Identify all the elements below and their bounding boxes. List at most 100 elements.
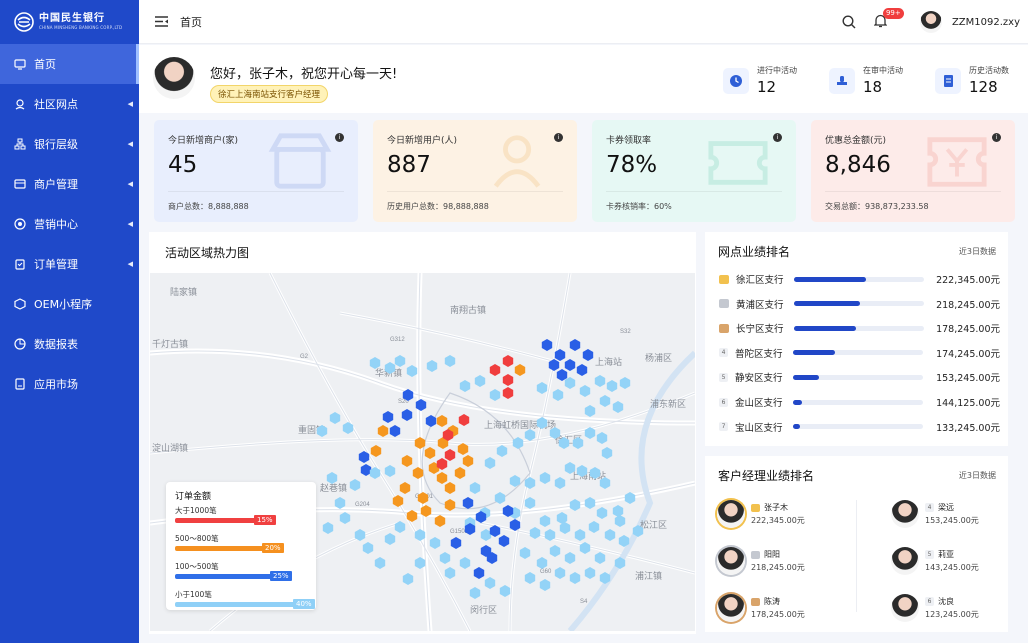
heat-hexagon xyxy=(349,479,361,491)
heat-hexagon xyxy=(394,355,406,367)
info-icon[interactable]: i xyxy=(773,133,782,142)
branch-row[interactable]: 4 普陀区支行 174,245.00元 xyxy=(719,344,1000,362)
metric-card-1[interactable]: 今日新增用户(人) i 887 历史用户总数：98,888,888 xyxy=(373,120,577,222)
heat-hexagon xyxy=(588,521,600,533)
progress-fill xyxy=(793,350,835,356)
ticket-icon xyxy=(708,141,768,185)
metric-card-0[interactable]: 今日新增商户(家) i 45 商户总数：8,888,888 xyxy=(154,120,358,222)
legend-item-bar xyxy=(175,574,274,579)
info-icon[interactable]: i xyxy=(554,133,563,142)
heat-hexagon xyxy=(473,567,485,579)
manager-avatar xyxy=(717,594,745,622)
map-label: 上海南站 xyxy=(570,470,606,481)
map-label: 闵行区 xyxy=(470,604,497,615)
role-badge: 徐汇上海南站支行客户经理 xyxy=(210,85,329,103)
sidebar-item-0[interactable]: 首页 xyxy=(0,44,139,84)
heat-hexagon xyxy=(606,380,618,392)
heat-hexagon xyxy=(382,411,394,423)
branch-value: 144,125.00元 xyxy=(936,398,1000,409)
branch-row[interactable]: 长宁区支行 178,245.00元 xyxy=(719,319,1000,337)
manager-item[interactable]: 阳阳 218,245.00元 xyxy=(717,547,805,575)
heatmap-map[interactable]: 陆家镇南翔古镇千灯古镇华新镇上海站杨浦区浦东新区重固镇上海虹桥国际机场徐汇区淀山… xyxy=(150,273,695,631)
medal-icon xyxy=(751,503,760,512)
heat-hexagon xyxy=(502,387,514,399)
heat-hexagon xyxy=(462,455,474,467)
sidebar-item-7[interactable]: 数据报表 xyxy=(0,324,139,364)
username[interactable]: ZZM1092.zxy xyxy=(952,17,1020,28)
manager-item[interactable]: 4 梁远 153,245.00元 xyxy=(891,500,979,528)
branch-ranking-note: 近3日数据 xyxy=(958,247,996,256)
notification-badge: 99+ xyxy=(882,8,904,19)
branch-name: 静安区支行 xyxy=(735,373,783,385)
shop-icon xyxy=(14,179,26,189)
branch-value: 133,245.00元 xyxy=(936,422,1000,434)
metric-card-3[interactable]: 优惠总金额(元) i 8,846 交易总额：938,873,233.58 xyxy=(811,120,1015,222)
stat-label: 历史活动数 xyxy=(969,66,1009,75)
map-label: G2 xyxy=(300,354,309,360)
branch-row[interactable]: 7 宝山区支行 133,245.00元 xyxy=(719,418,1000,436)
rank-number: 6 xyxy=(719,397,728,407)
branch-name: 金山区支行 xyxy=(735,398,783,409)
sidebar-item-2[interactable]: 银行层级 ◀ xyxy=(0,124,139,164)
sidebar-item-label: 商户管理 xyxy=(34,178,78,191)
heat-hexagon xyxy=(401,455,413,467)
heat-hexagon xyxy=(439,552,451,564)
heat-hexagon xyxy=(401,409,413,421)
branch-row[interactable]: 徐汇区支行 222,345.00元 xyxy=(719,270,1000,288)
metric-card-2[interactable]: 卡券领取率 i 78% 卡券核销率：60% xyxy=(592,120,796,222)
sidebar-item-6[interactable]: OEM小程序 xyxy=(0,284,139,324)
sidebar-item-label: OEM小程序 xyxy=(34,298,93,311)
storefront-icon xyxy=(268,133,332,189)
heat-hexagon xyxy=(374,557,386,569)
stat-value: 18 xyxy=(863,78,883,96)
heat-hexagon xyxy=(564,552,576,564)
sidebar-item-3[interactable]: 商户管理 ◀ xyxy=(0,164,139,204)
monitor-icon xyxy=(14,59,26,70)
manager-item[interactable]: 陈涛 178,245.00元 xyxy=(717,594,805,622)
manager-item[interactable]: 张子木 222,345.00元 xyxy=(717,500,805,528)
notification-button[interactable]: 99+ xyxy=(873,8,904,30)
map-label: 赵巷镇 xyxy=(320,482,347,493)
heat-hexagon xyxy=(469,482,481,494)
manager-value: 123,245.00元 xyxy=(925,610,979,619)
sidebar-item-label: 应用市场 xyxy=(34,378,78,391)
heat-hexagon xyxy=(406,365,418,377)
search-icon[interactable] xyxy=(842,15,856,29)
rank-number: 4 xyxy=(719,348,728,358)
manager-name: 阳阳 xyxy=(764,550,780,559)
progress-track xyxy=(793,374,923,380)
column-divider xyxy=(856,500,857,612)
sidebar-item-1[interactable]: 社区网点 ◀ xyxy=(0,84,139,124)
map-label: 浦东新区 xyxy=(650,398,686,409)
branch-row[interactable]: 6 金山区支行 144,125.00元 xyxy=(719,393,1000,411)
branch-row[interactable]: 5 静安区支行 153,245.00元 xyxy=(719,368,1000,386)
heat-hexagon xyxy=(584,567,596,579)
legend-title: 订单金额 xyxy=(175,492,212,502)
menu-collapse-icon[interactable] xyxy=(155,16,168,27)
manager-item[interactable]: 6 沈良 123,245.00元 xyxy=(891,594,979,622)
card-value: 78% xyxy=(606,152,658,178)
sidebar-item-8[interactable]: 应用市场 xyxy=(0,364,139,404)
heat-hexagon xyxy=(480,529,492,541)
activity-stat-1[interactable]: 在审中活动 18 xyxy=(829,65,903,96)
info-icon[interactable]: i xyxy=(335,133,344,142)
heat-hexagon xyxy=(539,579,551,591)
legend-item-bar xyxy=(175,546,266,551)
sidebar-item-5[interactable]: 订单管理 ◀ xyxy=(0,244,139,284)
heat-hexagon xyxy=(536,557,548,569)
heat-hexagon xyxy=(559,522,571,534)
branch-row[interactable]: 黄浦区支行 218,245.00元 xyxy=(719,295,1000,313)
manager-item[interactable]: 5 莉亚 143,245.00元 xyxy=(891,547,979,575)
progress-track xyxy=(793,424,923,430)
activity-stat-0[interactable]: 进行中活动 12 xyxy=(723,65,797,96)
heat-hexagon xyxy=(389,425,401,437)
branch-name: 黄浦区支行 xyxy=(736,299,784,311)
heat-hexagon xyxy=(594,375,606,387)
heat-hexagon xyxy=(512,437,524,449)
heat-hexagon xyxy=(564,359,576,371)
activity-stat-2[interactable]: 历史活动数 128 xyxy=(935,65,1009,96)
sidebar-item-4[interactable]: 营销中心 ◀ xyxy=(0,204,139,244)
user-avatar[interactable] xyxy=(919,11,942,33)
info-icon[interactable]: i xyxy=(992,133,1001,142)
bank-logo[interactable]: 中国民生银行 CHINA MINSHENG BANKING CORP.,LTD xyxy=(0,0,139,44)
